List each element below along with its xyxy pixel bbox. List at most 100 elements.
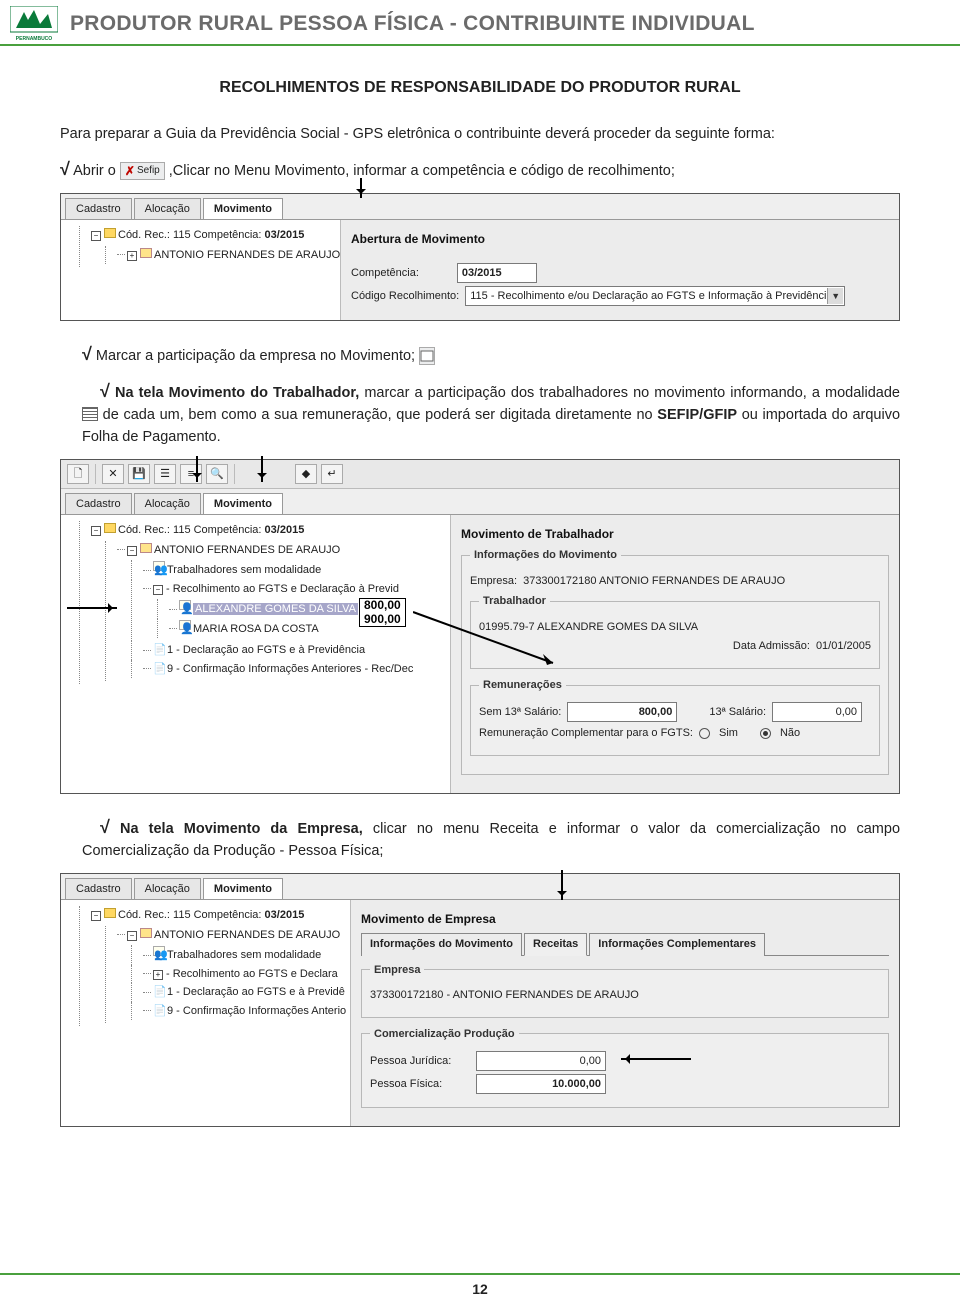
- tb-delete-icon[interactable]: ✕: [102, 464, 124, 484]
- folder-icon: [104, 523, 116, 533]
- label-data-admissao: Data Admissão:: [733, 638, 810, 655]
- tb-search-icon[interactable]: 🔍: [206, 464, 228, 484]
- label-sem-13: Sem 13ª Salário:: [479, 704, 561, 721]
- doc-icon: 📄: [153, 642, 165, 652]
- tab-cadastro[interactable]: Cadastro: [65, 878, 132, 900]
- tab-movimento[interactable]: Movimento: [203, 198, 283, 220]
- checkmark-icon: √: [100, 381, 110, 401]
- tb-new-icon[interactable]: 🗋: [67, 464, 89, 484]
- tree-view: −Cód. Rec.: 115 Competência: 03/2015 +AN…: [61, 220, 341, 320]
- tab-movimento[interactable]: Movimento: [203, 878, 283, 900]
- sefip-icon: ✗ Sefip: [120, 162, 165, 180]
- input-sem-13[interactable]: 800,00: [567, 702, 677, 722]
- tree-item[interactable]: ANTONIO FERNANDES DE ARAUJO: [154, 929, 340, 941]
- inner-tab-info-compl[interactable]: Informações Complementares: [589, 933, 765, 956]
- tree-view: −Cód. Rec.: 115 Competência: 03/2015 −AN…: [61, 900, 351, 1126]
- tree-item[interactable]: 1 - Declaração ao FGTS e à Previdência: [167, 644, 365, 656]
- annotation-values: 800,00 900,00: [359, 598, 406, 628]
- label-empresa: Empresa:: [470, 573, 517, 590]
- tb-list-icon[interactable]: ☰: [154, 464, 176, 484]
- step-2: √ Marcar a participação da empresa no Mo…: [60, 341, 900, 368]
- group-empresa: Empresa: [370, 962, 424, 979]
- folder-icon: [104, 228, 116, 238]
- group-icon: 👥: [153, 946, 165, 956]
- tree-item[interactable]: ANTONIO FERNANDES DE ARAUJO: [154, 249, 340, 261]
- arrow-down-icon: [561, 870, 563, 900]
- inner-tab-receitas[interactable]: Receitas: [524, 933, 587, 956]
- minus-icon[interactable]: −: [91, 231, 101, 241]
- toolbar: 🗋 ✕ 💾 ☰ ≡ 🔍 ◆ ↵: [61, 460, 899, 489]
- checkmark-icon: √: [60, 159, 70, 179]
- radio-sim[interactable]: [699, 728, 710, 739]
- tree-item[interactable]: Trabalhadores sem modalidade: [167, 564, 321, 576]
- value-empresa: 373300172180 - ANTONIO FERNANDES DE ARAU…: [370, 987, 639, 1004]
- inner-tab-info[interactable]: Informações do Movimento: [361, 933, 522, 956]
- group-icon: 👥: [153, 561, 165, 571]
- label-rem-complementar: Remuneração Complementar para o FGTS:: [479, 725, 693, 742]
- minus-icon[interactable]: −: [153, 585, 163, 595]
- panel-title: Movimento de Empresa: [361, 910, 889, 928]
- tree-item-selected[interactable]: ALEXANDRE GOMES DA SILVA: [193, 603, 358, 615]
- group-comercializacao: Comercialização Produção: [370, 1026, 519, 1043]
- tb-exit-icon[interactable]: ↵: [321, 464, 343, 484]
- arrow-left-icon: [621, 1058, 691, 1060]
- input-competencia[interactable]: 03/2015: [457, 263, 537, 283]
- tree-item[interactable]: - Recolhimento ao FGTS e Declara: [166, 968, 338, 980]
- arrow-down-icon: [360, 178, 362, 198]
- building-icon: [140, 248, 152, 258]
- tab-cadastro[interactable]: Cadastro: [65, 198, 132, 220]
- minus-icon[interactable]: −: [91, 911, 101, 921]
- group-remuneracoes: Remunerações: [479, 677, 566, 694]
- person-icon: 👤: [179, 600, 191, 610]
- group-info-movimento: Informações do Movimento: [470, 547, 621, 564]
- step-1: √ Abrir o ✗ Sefip ,Clicar no Menu Movime…: [60, 156, 900, 183]
- input-pessoa-juridica[interactable]: 0,00: [476, 1051, 606, 1071]
- value-data-admissao: 01/01/2005: [816, 638, 871, 655]
- radio-nao[interactable]: [760, 728, 771, 739]
- tree-item[interactable]: 9 - Confirmação Informações Anteriores -…: [167, 663, 413, 675]
- plus-icon[interactable]: +: [153, 970, 163, 980]
- label-pessoa-fisica: Pessoa Física:: [370, 1076, 470, 1093]
- doc-icon: 📄: [153, 1003, 165, 1013]
- minus-icon[interactable]: −: [127, 546, 137, 556]
- tree-item[interactable]: ANTONIO FERNANDES DE ARAUJO: [154, 544, 340, 556]
- arrow-down-icon: [196, 456, 198, 482]
- tab-movimento[interactable]: Movimento: [203, 493, 283, 515]
- tree-item[interactable]: 1 - Declaração ao FGTS e à Previdê: [167, 986, 345, 998]
- tree-item[interactable]: Trabalhadores sem modalidade: [167, 949, 321, 961]
- tb-save-icon[interactable]: 💾: [128, 464, 150, 484]
- label-13-salario: 13ª Salário:: [709, 704, 766, 721]
- value-empresa: 373300172180 ANTONIO FERNANDES DE ARAUJO: [523, 573, 785, 590]
- tree-item[interactable]: MARIA ROSA DA COSTA: [193, 623, 319, 635]
- doc-icon: 📄: [153, 984, 165, 994]
- input-13-salario[interactable]: 0,00: [772, 702, 862, 722]
- arrow-down-icon: [261, 456, 263, 482]
- screenshot-movimento-empresa: Cadastro Alocação Movimento −Cód. Rec.: …: [60, 873, 900, 1128]
- minus-icon[interactable]: −: [91, 526, 101, 536]
- tab-alocacao[interactable]: Alocação: [134, 198, 201, 220]
- tab-alocacao[interactable]: Alocação: [134, 493, 201, 515]
- group-trabalhador: Trabalhador: [479, 593, 550, 610]
- x-icon: ✗: [125, 162, 135, 180]
- list-icon: [82, 407, 98, 421]
- screenshot-abertura-movimento: Cadastro Alocação Movimento −Cód. Rec.: …: [60, 193, 900, 322]
- input-pessoa-fisica[interactable]: 10.000,00: [476, 1074, 606, 1094]
- intro-paragraph: Para preparar a Guia da Previdência Soci…: [60, 124, 900, 146]
- step-4: √ Na tela Movimento da Empresa, clicar n…: [60, 814, 900, 863]
- tab-alocacao[interactable]: Alocação: [134, 878, 201, 900]
- folder-icon: [104, 908, 116, 918]
- tb-book-icon[interactable]: ◆: [295, 464, 317, 484]
- minus-icon[interactable]: −: [127, 931, 137, 941]
- plus-icon[interactable]: +: [127, 251, 137, 261]
- tree-item[interactable]: - Recolhimento ao FGTS e Declaração à Pr…: [166, 583, 399, 595]
- tree-item[interactable]: 9 - Confirmação Informações Anterio: [167, 1005, 346, 1017]
- screenshot-movimento-trabalhador: 🗋 ✕ 💾 ☰ ≡ 🔍 ◆ ↵ Cadastro Alocação Movime…: [60, 459, 900, 794]
- page-title: PRODUTOR RURAL PESSOA FÍSICA - CONTRIBUI…: [70, 12, 755, 36]
- svg-text:PERNAMBUCO: PERNAMBUCO: [16, 36, 53, 42]
- senar-logo: PERNAMBUCO: [10, 6, 58, 42]
- tab-cadastro[interactable]: Cadastro: [65, 493, 132, 515]
- dropdown-codigo-recolhimento[interactable]: 115 - Recolhimento e/ou Declaração ao FG…: [465, 286, 845, 306]
- chevron-down-icon: ▼: [827, 288, 843, 304]
- checkmark-icon: √: [100, 817, 110, 837]
- panel-title: Movimento de Trabalhador: [461, 525, 889, 543]
